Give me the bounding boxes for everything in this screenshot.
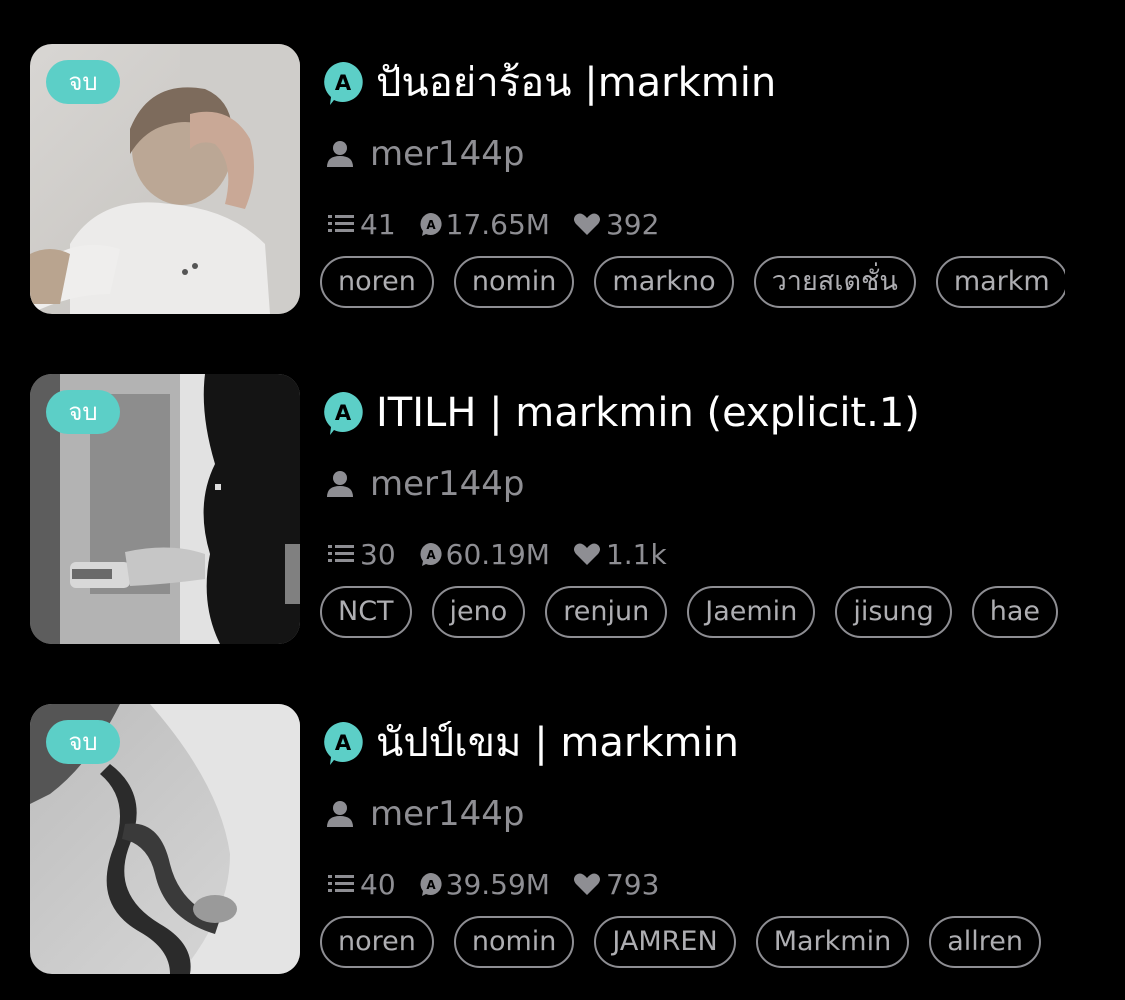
comment-bubble-icon: A: [420, 213, 442, 236]
story-title-row[interactable]: A ITILH | markmin (explicit.1): [320, 390, 920, 436]
story-stats: 40 A 39.59M 793: [326, 866, 681, 902]
tag-chip[interactable]: markm: [935, 256, 1065, 308]
tag-chip[interactable]: JAMREN: [594, 916, 736, 968]
user-icon: [327, 141, 353, 167]
tag-chip[interactable]: renjun: [545, 586, 668, 638]
story-title[interactable]: ปันอย่าร้อน |markmin: [376, 60, 776, 106]
story-title-row[interactable]: A นัปป์เขม | markmin: [320, 720, 739, 766]
view-count-value: 39.59M: [445, 867, 550, 901]
chapter-count: 40: [326, 868, 396, 901]
svg-text:A: A: [426, 218, 436, 232]
like-count: 793: [572, 868, 659, 901]
svg-text:A: A: [335, 731, 352, 755]
tag-chip[interactable]: hae: [971, 586, 1059, 638]
comment-bubble-icon: A: [420, 543, 442, 566]
story-card[interactable]: จบ A นัปป์เขม | markmin mer144p 40 A 39.…: [0, 704, 1125, 976]
view-count: A 17.65M: [418, 208, 550, 241]
like-count-value: 793: [605, 867, 660, 901]
heart-icon: [573, 543, 600, 565]
chapter-count: 41: [326, 208, 396, 241]
story-cover-image[interactable]: จบ: [30, 374, 300, 644]
like-count-value: 392: [605, 207, 660, 241]
readawrite-a-icon: A: [324, 62, 363, 105]
story-cover-image[interactable]: จบ: [30, 704, 300, 974]
tag-chip[interactable]: Jaemin: [687, 586, 816, 638]
chapter-count: 30: [326, 538, 396, 571]
story-card[interactable]: จบ A ITILH | markmin (explicit.1) mer144…: [0, 374, 1125, 646]
view-count-value: 60.19M: [445, 537, 550, 571]
heart-icon: [573, 213, 600, 235]
readawrite-a-icon: A: [324, 722, 363, 765]
author-name[interactable]: mer144p: [370, 464, 525, 504]
svg-text:A: A: [335, 71, 352, 95]
author-row[interactable]: mer144p: [326, 792, 525, 836]
author-name[interactable]: mer144p: [370, 134, 525, 174]
completed-badge: จบ: [46, 60, 120, 104]
tag-chip[interactable]: jeno: [431, 586, 526, 638]
svg-text:A: A: [426, 878, 436, 892]
tag-chip[interactable]: noren: [320, 916, 434, 968]
tag-chip[interactable]: noren: [320, 256, 434, 308]
tag-list: NCT jeno renjun Jaemin jisung hae: [320, 586, 1065, 640]
tag-chip[interactable]: NCT: [320, 586, 412, 638]
tag-chip[interactable]: nomin: [453, 256, 575, 308]
svg-text:A: A: [426, 548, 436, 562]
author-row[interactable]: mer144p: [326, 462, 525, 506]
list-icon: [328, 215, 354, 232]
tag-chip[interactable]: allren: [929, 916, 1041, 968]
user-icon: [327, 471, 353, 497]
comment-bubble-icon: A: [420, 873, 442, 896]
author-name[interactable]: mer144p: [370, 794, 525, 834]
svg-text:A: A: [335, 401, 352, 425]
tag-chip[interactable]: nomin: [453, 916, 575, 968]
like-count: 392: [572, 208, 659, 241]
author-row[interactable]: mer144p: [326, 132, 525, 176]
list-icon: [328, 875, 354, 892]
like-count-value: 1.1k: [605, 537, 667, 571]
view-count-value: 17.65M: [445, 207, 550, 241]
completed-badge: จบ: [46, 390, 120, 434]
chapter-count-value: 41: [360, 207, 396, 241]
readawrite-a-icon: A: [324, 392, 363, 435]
heart-icon: [573, 873, 600, 895]
view-count: A 60.19M: [418, 538, 550, 571]
tag-chip[interactable]: markno: [594, 256, 734, 308]
like-count: 1.1k: [572, 538, 667, 571]
story-title-row[interactable]: A ปันอย่าร้อน |markmin: [320, 60, 776, 106]
tag-list: noren nomin JAMREN Markmin allren: [320, 916, 1065, 970]
user-icon: [327, 801, 353, 827]
story-cover-image[interactable]: จบ: [30, 44, 300, 314]
list-icon: [328, 545, 354, 562]
story-title[interactable]: ITILH | markmin (explicit.1): [376, 390, 920, 436]
story-stats: 41 A 17.65M 392: [326, 206, 681, 242]
story-stats: 30 A 60.19M 1.1k: [326, 536, 689, 572]
tag-chip[interactable]: วายสเตชั่น: [753, 256, 916, 308]
tag-chip[interactable]: Markmin: [755, 916, 910, 968]
view-count: A 39.59M: [418, 868, 550, 901]
chapter-count-value: 40: [360, 867, 396, 901]
story-title[interactable]: นัปป์เขม | markmin: [376, 720, 739, 766]
tag-list: noren nomin markno วายสเตชั่น markm: [320, 256, 1065, 310]
completed-badge: จบ: [46, 720, 120, 764]
chapter-count-value: 30: [360, 537, 396, 571]
tag-chip[interactable]: jisung: [835, 586, 952, 638]
story-card[interactable]: จบ A ปันอย่าร้อน |markmin mer144p 41 A 1…: [0, 44, 1125, 316]
